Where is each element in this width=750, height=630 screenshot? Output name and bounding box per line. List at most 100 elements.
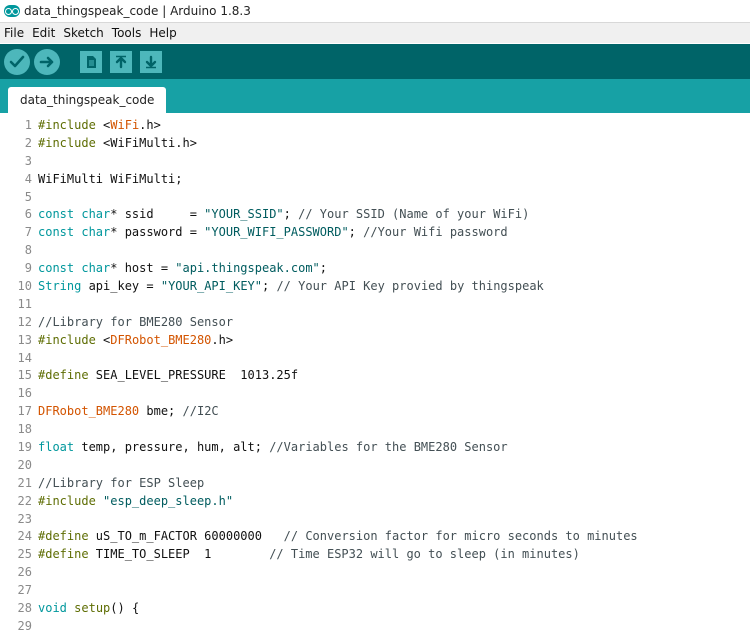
code-token: ; xyxy=(348,225,364,240)
line-number: 15 xyxy=(17,368,32,383)
code-line[interactable]: 16 xyxy=(0,385,750,403)
code-line[interactable]: 28 void setup() { xyxy=(0,600,750,618)
tab-strip: data_thingspeak_code xyxy=(0,79,750,113)
code-token: SEA_LEVEL_PRESSURE 1013.25f xyxy=(95,368,299,383)
toolbar xyxy=(0,44,750,79)
code-line[interactable]: 15 #define SEA_LEVEL_PRESSURE 1013.25f xyxy=(0,367,750,385)
code-token: WiFi xyxy=(110,118,140,132)
code-token: DFRobot_BME280 xyxy=(110,332,212,347)
arrow-right-icon xyxy=(39,56,54,67)
code-token: void xyxy=(38,601,67,616)
line-number: 20 xyxy=(17,457,32,472)
code-token: //Your Wifi password xyxy=(363,225,508,240)
code-line[interactable]: 29 xyxy=(0,618,750,630)
line-text: String api_key = "YOUR_API_KEY"; // Your… xyxy=(38,278,544,296)
line-number: 25 xyxy=(17,547,32,562)
line-number: 28 xyxy=(17,601,32,616)
line-number: 27 xyxy=(17,583,32,598)
code-token: <WiFiMulti.h> xyxy=(103,135,197,150)
code-line[interactable]: 26 xyxy=(0,564,750,582)
code-token: #include xyxy=(38,332,104,347)
code-line[interactable]: 1 #include <WiFi.h> xyxy=(0,117,750,135)
upload-button[interactable] xyxy=(34,48,60,75)
line-number: 16 xyxy=(17,386,32,401)
code-line[interactable]: 8 xyxy=(0,242,750,260)
line-number: 13 xyxy=(17,332,32,347)
line-text: float temp, pressure, hum, alt; //Variab… xyxy=(38,439,508,457)
code-line[interactable]: 18 xyxy=(0,421,750,439)
code-line[interactable]: 23 xyxy=(0,511,750,529)
line-number: 5 xyxy=(24,189,32,204)
code-token: ; xyxy=(262,279,277,294)
code-line[interactable]: 6 const char* ssid = "YOUR_SSID"; // Your… xyxy=(0,206,750,224)
window-title: data_thingspeak_code | Arduino 1.8.3 xyxy=(24,4,251,18)
code-token: #define xyxy=(38,368,96,383)
code-token: bme; xyxy=(139,404,183,419)
code-token: ; xyxy=(319,261,328,276)
code-line[interactable]: 5 xyxy=(0,189,750,207)
line-number: 7 xyxy=(24,225,32,240)
code-line[interactable]: 25 #define TIME_TO_SLEEP 1 // Time ESP32 … xyxy=(0,546,750,564)
code-line[interactable]: 2 #include <WiFiMulti.h> xyxy=(0,135,750,153)
code-line[interactable]: 19 float temp, pressure, hum, alt; //Vari… xyxy=(0,439,750,457)
code-line[interactable]: 27 xyxy=(0,582,750,600)
line-text: //Library for BME280 Sensor xyxy=(38,314,233,332)
code-token: const char xyxy=(38,261,111,276)
line-text: const char* ssid = "YOUR_SSID"; // Your … xyxy=(38,206,529,224)
code-line[interactable]: 21 //Library for ESP Sleep xyxy=(0,475,750,493)
line-number: 6 xyxy=(24,207,32,222)
line-number: 2 xyxy=(24,135,32,150)
code-line[interactable]: 9 const char* host = "api.thingspeak.com"… xyxy=(0,260,750,278)
code-line[interactable]: 3 xyxy=(0,153,750,171)
code-line[interactable]: 11 xyxy=(0,296,750,314)
line-number: 10 xyxy=(17,279,32,294)
code-token: // Your SSID (Name of your WiFi) xyxy=(298,207,530,222)
code-line[interactable]: 17 DFRobot_BME280 bme; //I2C xyxy=(0,403,750,421)
code-token: //Library for ESP Sleep xyxy=(38,475,205,490)
code-token: #define xyxy=(38,547,96,562)
menu-tools[interactable]: Tools xyxy=(108,26,146,40)
open-button[interactable] xyxy=(110,50,132,73)
line-text: //Library for ESP Sleep xyxy=(38,475,204,493)
code-token: #define xyxy=(38,529,96,544)
title-bar: data_thingspeak_code | Arduino 1.8.3 xyxy=(0,0,750,23)
line-number: 1 xyxy=(24,118,32,132)
code-line[interactable]: 14 xyxy=(0,350,750,368)
menu-file[interactable]: File xyxy=(0,26,28,40)
code-line[interactable]: 12 //Library for BME280 Sensor xyxy=(0,314,750,332)
code-line[interactable]: 20 xyxy=(0,457,750,475)
code-token: // Time ESP32 will go to sleep (in minut… xyxy=(269,547,580,562)
code-token: String xyxy=(38,279,82,294)
code-token: * host = xyxy=(110,261,176,276)
code-line[interactable]: 4 WiFiMulti WiFiMulti; xyxy=(0,171,750,189)
code-line[interactable]: 22 #include "esp_deep_sleep.h" xyxy=(0,493,750,511)
code-line[interactable]: 10 String api_key = "YOUR_API_KEY"; // Yo… xyxy=(0,278,750,296)
line-number: 18 xyxy=(17,422,32,437)
save-button[interactable] xyxy=(140,50,162,73)
code-token: float xyxy=(38,440,75,455)
code-line[interactable]: 13 #include <DFRobot_BME280.h> xyxy=(0,332,750,350)
line-number: 24 xyxy=(17,529,32,544)
code-line[interactable]: 24 #define uS_TO_m_FACTOR 60000000 // Con… xyxy=(0,528,750,546)
code-token: "api.thingspeak.com" xyxy=(175,261,320,276)
code-token: // Your API Key provied by thingspeak xyxy=(276,279,544,294)
code-token: "YOUR_API_KEY" xyxy=(160,279,262,294)
line-text: #include <DFRobot_BME280.h> xyxy=(38,332,233,350)
code-token: .h> xyxy=(139,118,161,132)
code-token: TIME_TO_SLEEP 1 xyxy=(95,547,270,562)
code-token: // Conversion factor for micro seconds t… xyxy=(283,529,638,544)
code-token: WiFiMulti WiFiMulti; xyxy=(38,171,183,186)
code-editor[interactable]: 1 #include <WiFi.h> 2 #include <WiFiMulti.h… xyxy=(0,113,750,630)
line-text: #define uS_TO_m_FACTOR 60000000 // Conve… xyxy=(38,528,638,546)
menu-sketch[interactable]: Sketch xyxy=(59,26,107,40)
menu-help[interactable]: Help xyxy=(145,26,180,40)
menu-edit[interactable]: Edit xyxy=(28,26,59,40)
code-token: setup xyxy=(74,601,111,616)
new-button[interactable] xyxy=(80,50,102,73)
tab-data-thingspeak-code[interactable]: data_thingspeak_code xyxy=(8,87,167,113)
code-line[interactable]: 7 const char* password = "YOUR_WIFI_PASSW… xyxy=(0,224,750,242)
verify-button[interactable] xyxy=(4,48,30,75)
code-token: #include xyxy=(38,118,104,132)
line-number: 9 xyxy=(24,261,32,276)
code-token: #include xyxy=(38,493,104,508)
